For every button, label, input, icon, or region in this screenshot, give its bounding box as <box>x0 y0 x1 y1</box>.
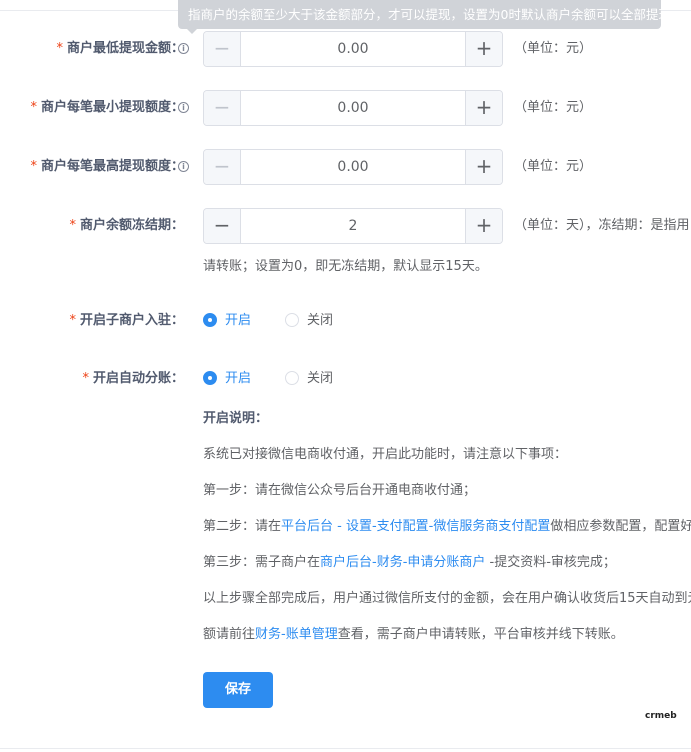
increment-button[interactable]: + <box>465 32 502 66</box>
radio-dot-icon <box>203 312 217 327</box>
info-icon[interactable]: i <box>178 43 189 54</box>
decrement-button[interactable]: − <box>204 150 241 184</box>
sub-merchant-row: * 开启子商户入驻： 开启 关闭 <box>0 303 691 339</box>
auto-split-on-radio[interactable]: 开启 <box>203 361 251 397</box>
max-per-withdraw-row: * 商户每笔最高提现额度： i − 0.00 + （单位：元） <box>0 149 691 185</box>
freeze-period-input[interactable]: 2 <box>241 209 465 243</box>
tooltip: 指商户的余额至少大于该金额部分，才可以提现，设置为0时默认商户余额可以全部提现 <box>178 0 661 29</box>
max-per-withdraw-input[interactable]: 0.00 <box>241 150 465 184</box>
min-withdraw-stepper: − 0.00 + <box>203 31 503 67</box>
tooltip-arrow <box>187 29 197 34</box>
max-per-withdraw-label: * 商户每笔最高提现额度： <box>30 159 184 174</box>
decrement-button[interactable]: − <box>204 209 241 243</box>
instructions-line-1: 系统已对接微信电商收付通，开启此功能时，请注意以下事项： <box>203 447 568 462</box>
radio-dot-icon <box>203 370 217 385</box>
auto-split-row: * 开启自动分账： 开启 关闭 <box>0 361 691 397</box>
increment-button[interactable]: + <box>465 150 502 184</box>
brand-logo: crmeb <box>645 711 677 721</box>
auto-split-off-radio[interactable]: 关闭 <box>285 361 333 397</box>
radio-dot-icon <box>285 312 299 327</box>
max-per-withdraw-stepper: − 0.00 + <box>203 149 503 185</box>
freeze-period-label: * 商户余额冻结期： <box>69 218 184 233</box>
instructions-line-5: 以上步骤全部完成后，用户通过微信所支付的金额，会在用户确认收货后15天自动到元 <box>203 591 691 606</box>
instructions-line-6: 额请前往财务-账单管理查看，需子商户申请转账，平台审核并线下转账。 <box>203 627 624 642</box>
min-withdraw-row: * 商户最低提现金额： i − 0.00 + （单位：元） <box>0 31 691 67</box>
freeze-period-stepper: − 2 + <box>203 208 503 244</box>
unit-text: （单位：天），冻结期：是指用 <box>514 218 690 233</box>
min-per-withdraw-label: * 商户每笔最小提现额度： <box>30 100 184 115</box>
info-icon[interactable]: i <box>178 161 189 172</box>
info-icon[interactable]: i <box>178 102 189 113</box>
sub-merchant-off-radio[interactable]: 关闭 <box>285 303 333 339</box>
min-withdraw-input[interactable]: 0.00 <box>241 32 465 66</box>
increment-button[interactable]: + <box>465 91 502 125</box>
auto-split-label: * 开启自动分账： <box>82 371 184 386</box>
sub-merchant-on-radio[interactable]: 开启 <box>203 303 251 339</box>
instructions-line-2: 第一步：请在微信公众号后台开通电商收付通； <box>203 483 477 498</box>
freeze-period-row: * 商户余额冻结期： − 2 + （单位：天），冻结期：是指用 <box>0 208 691 244</box>
instructions-line-4: 第三步：需子商户在商户后台-财务-申请分账商户 -提交资料-审核完成； <box>203 555 616 570</box>
payment-config-link[interactable]: 平台后台 - 设置-支付配置-微信服务商支付配置 <box>281 519 550 534</box>
freeze-note: 请转账；设置为0，即无冻结期，默认显示15天。 <box>203 259 488 274</box>
decrement-button[interactable]: − <box>204 91 241 125</box>
radio-dot-icon <box>285 370 299 385</box>
min-per-withdraw-input[interactable]: 0.00 <box>241 91 465 125</box>
min-per-withdraw-stepper: − 0.00 + <box>203 90 503 126</box>
increment-button[interactable]: + <box>465 209 502 243</box>
bottom-divider <box>0 748 691 749</box>
unit-text: （单位：元） <box>514 159 593 174</box>
bill-management-link[interactable]: 财务-账单管理 <box>255 627 338 642</box>
unit-text: （单位：元） <box>514 41 593 56</box>
unit-text: （单位：元） <box>514 100 593 115</box>
min-per-withdraw-row: * 商户每笔最小提现额度： i − 0.00 + （单位：元） <box>0 90 691 126</box>
sub-merchant-label: * 开启子商户入驻： <box>69 313 184 328</box>
min-withdraw-label: * 商户最低提现金额： <box>56 41 184 56</box>
split-merchant-link[interactable]: 商户后台-财务-申请分账商户 <box>320 555 485 570</box>
instructions-line-3: 第二步：请在平台后台 - 设置-支付配置-微信服务商支付配置做相应参数配置，配置… <box>203 519 691 534</box>
save-button[interactable]: 保存 <box>203 672 273 708</box>
instructions-title: 开启说明： <box>203 411 269 426</box>
decrement-button[interactable]: − <box>204 32 241 66</box>
